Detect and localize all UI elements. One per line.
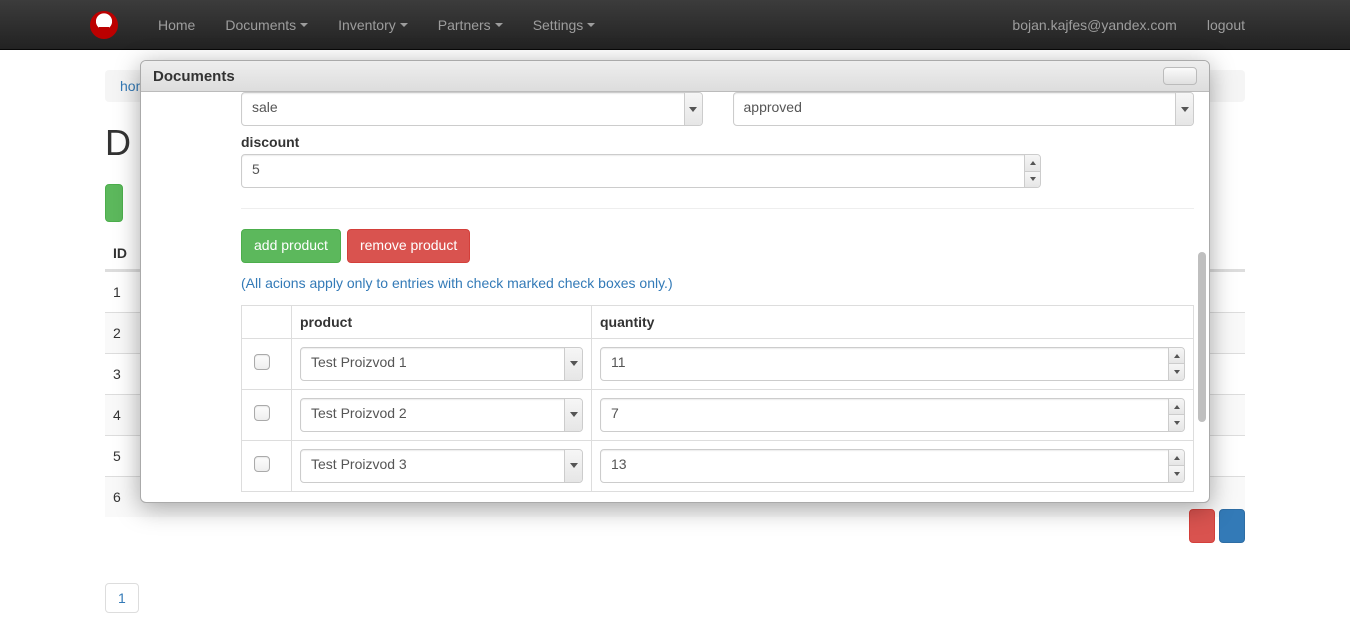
dialog-title: Documents: [153, 68, 235, 85]
col-quantity: quantity: [592, 305, 1194, 338]
chevron-down-icon[interactable]: [564, 450, 582, 482]
col-product: product: [292, 305, 592, 338]
nav-item-documents[interactable]: Documents: [210, 2, 323, 48]
divider: [241, 208, 1194, 209]
row-checkbox[interactable]: [254, 354, 270, 370]
product-select-value: Test Proizvod 1: [300, 347, 583, 381]
spinner-buttons[interactable]: [1168, 450, 1184, 482]
product-actions: add product remove product: [241, 229, 1194, 263]
spinner-down-icon[interactable]: [1025, 172, 1040, 188]
nav-item-inventory[interactable]: Inventory: [323, 2, 423, 48]
row-checkbox[interactable]: [254, 456, 270, 472]
remove-product-button[interactable]: remove product: [347, 229, 470, 263]
quantity-value[interactable]: 11: [600, 347, 1185, 381]
spinner-up-icon[interactable]: [1025, 155, 1040, 172]
product-select[interactable]: Test Proizvod 1: [300, 347, 583, 381]
spinner-down-icon[interactable]: [1169, 364, 1184, 380]
chevron-down-icon: [495, 23, 503, 27]
spinner-buttons[interactable]: [1168, 399, 1184, 431]
bg-edit-button[interactable]: [1219, 509, 1245, 543]
chevron-down-icon: [587, 23, 595, 27]
spinner-buttons[interactable]: [1168, 348, 1184, 380]
bg-delete-button[interactable]: [1189, 509, 1215, 543]
nav-right: bojan.kajfes@yandex.com logout: [997, 2, 1260, 48]
type-select[interactable]: sale: [241, 92, 703, 126]
spinner-buttons[interactable]: [1024, 155, 1040, 187]
dialog-body: sale approved discount 5: [141, 92, 1209, 502]
type-select-value: sale: [241, 92, 703, 126]
product-select-value: Test Proizvod 2: [300, 398, 583, 432]
chevron-down-icon[interactable]: [564, 348, 582, 380]
product-select[interactable]: Test Proizvod 3: [300, 449, 583, 483]
product-select-value: Test Proizvod 3: [300, 449, 583, 483]
add-product-button[interactable]: add product: [241, 229, 341, 263]
quantity-value[interactable]: 13: [600, 449, 1185, 483]
bg-row-actions: [105, 509, 1245, 543]
products-table: product quantity Test Proizvod 1: [241, 305, 1194, 492]
chevron-down-icon[interactable]: [1175, 93, 1193, 125]
add-button-bg[interactable]: [105, 184, 123, 222]
table-row: Test Proizvod 1 11: [242, 338, 1194, 389]
table-row: Test Proizvod 2 7: [242, 389, 1194, 440]
brand-logo[interactable]: [90, 11, 118, 39]
spinner-up-icon[interactable]: [1169, 450, 1184, 467]
dialog-close-button[interactable]: [1163, 67, 1197, 85]
spinner-down-icon[interactable]: [1169, 466, 1184, 482]
spinner-up-icon[interactable]: [1169, 399, 1184, 416]
quantity-value[interactable]: 7: [600, 398, 1185, 432]
quantity-input[interactable]: 7: [600, 398, 1185, 432]
table-row: Test Proizvod 3 13: [242, 440, 1194, 491]
nav-item-settings[interactable]: Settings: [518, 2, 611, 48]
status-select-value: approved: [733, 92, 1195, 126]
dialog-titlebar[interactable]: Documents: [141, 61, 1209, 92]
chevron-down-icon: [400, 23, 408, 27]
discount-value[interactable]: 5: [241, 154, 1041, 188]
nav-main: Home Documents Inventory Partners Settin…: [143, 2, 610, 48]
nav-logout[interactable]: logout: [1192, 2, 1260, 48]
discount-label: discount: [241, 134, 1194, 150]
status-select[interactable]: approved: [733, 92, 1195, 126]
quantity-input[interactable]: 13: [600, 449, 1185, 483]
chevron-down-icon[interactable]: [684, 93, 702, 125]
quantity-input[interactable]: 11: [600, 347, 1185, 381]
scrollbar[interactable]: [1198, 252, 1206, 422]
nav-item-partners[interactable]: Partners: [423, 2, 518, 48]
nav-item-home[interactable]: Home: [143, 2, 210, 48]
col-checkbox: [242, 305, 292, 338]
product-select[interactable]: Test Proizvod 2: [300, 398, 583, 432]
documents-dialog: Documents sale approved discount 5: [140, 60, 1210, 503]
nav-user-email[interactable]: bojan.kajfes@yandex.com: [997, 2, 1191, 48]
pager: 1: [105, 583, 1245, 613]
row-checkbox[interactable]: [254, 405, 270, 421]
chevron-down-icon[interactable]: [564, 399, 582, 431]
chevron-down-icon: [300, 23, 308, 27]
pager-page-1[interactable]: 1: [105, 583, 139, 613]
discount-input[interactable]: 5: [241, 154, 1041, 188]
spinner-up-icon[interactable]: [1169, 348, 1184, 365]
actions-note: (All acions apply only to entries with c…: [241, 275, 1194, 291]
navbar: Home Documents Inventory Partners Settin…: [0, 0, 1350, 50]
spinner-down-icon[interactable]: [1169, 415, 1184, 431]
